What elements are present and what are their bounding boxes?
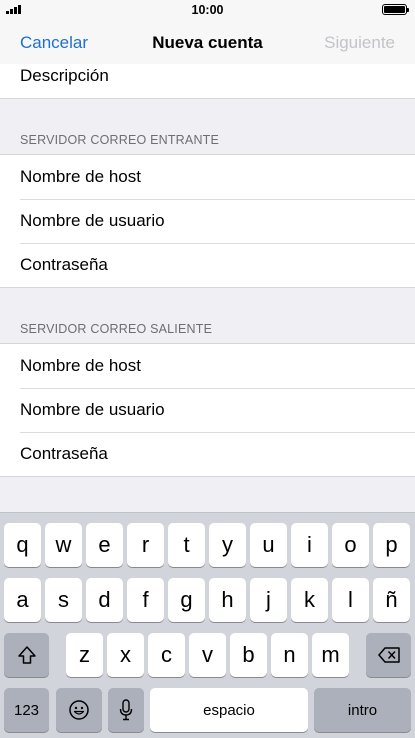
key-u[interactable]: u xyxy=(250,523,287,567)
next-button[interactable]: Siguiente xyxy=(324,33,395,53)
form-content: Descripción SERVIDOR CORREO ENTRANTE Nom… xyxy=(0,64,415,512)
outgoing-password-field[interactable]: Contraseña xyxy=(0,432,415,476)
outgoing-server-group: Nombre de host Nombre de usuario Contras… xyxy=(0,343,415,477)
key-f[interactable]: f xyxy=(127,578,164,622)
key-t[interactable]: t xyxy=(168,523,205,567)
microphone-key[interactable] xyxy=(108,688,144,732)
key-b[interactable]: b xyxy=(230,633,267,677)
incoming-password-field[interactable]: Contraseña xyxy=(0,243,415,287)
incoming-server-group: Nombre de host Nombre de usuario Contras… xyxy=(0,154,415,288)
key-j[interactable]: j xyxy=(250,578,287,622)
return-key[interactable]: intro xyxy=(314,688,411,732)
shift-icon xyxy=(17,645,37,665)
key-m[interactable]: m xyxy=(312,633,349,677)
key-c[interactable]: c xyxy=(148,633,185,677)
numbers-key[interactable]: 123 xyxy=(4,688,49,732)
outgoing-username-field[interactable]: Nombre de usuario xyxy=(0,388,415,432)
key-d[interactable]: d xyxy=(86,578,123,622)
key-r[interactable]: r xyxy=(127,523,164,567)
key-l[interactable]: l xyxy=(332,578,369,622)
key-p[interactable]: p xyxy=(373,523,410,567)
status-time: 10:00 xyxy=(191,3,224,17)
key-o[interactable]: o xyxy=(332,523,369,567)
emoji-key[interactable] xyxy=(56,688,102,732)
key-n[interactable]: n xyxy=(271,633,308,677)
incoming-username-field[interactable]: Nombre de usuario xyxy=(0,199,415,243)
microphone-icon xyxy=(119,699,133,721)
key-e[interactable]: e xyxy=(86,523,123,567)
key-g[interactable]: g xyxy=(168,578,205,622)
outgoing-host-field[interactable]: Nombre de host xyxy=(0,344,415,388)
cancel-button[interactable]: Cancelar xyxy=(20,33,88,53)
description-field[interactable]: Descripción xyxy=(0,64,415,98)
status-bar: 10:00 xyxy=(0,0,415,20)
key-k[interactable]: k xyxy=(291,578,328,622)
keyboard: 123 espacio intro qwertyuiop asdfghjklñ zx… xyxy=(0,512,415,738)
incoming-section-header: SERVIDOR CORREO ENTRANTE xyxy=(20,133,220,147)
key-ñ[interactable]: ñ xyxy=(373,578,410,622)
space-key[interactable]: espacio xyxy=(150,688,308,732)
battery-full-icon xyxy=(382,4,409,15)
key-q[interactable]: q xyxy=(4,523,41,567)
key-y[interactable]: y xyxy=(209,523,246,567)
key-i[interactable]: i xyxy=(291,523,328,567)
incoming-host-field[interactable]: Nombre de host xyxy=(0,155,415,199)
key-x[interactable]: x xyxy=(107,633,144,677)
delete-icon xyxy=(377,646,401,664)
delete-key[interactable] xyxy=(366,633,411,677)
outgoing-section-header: SERVIDOR CORREO SALIENTE xyxy=(20,322,213,336)
key-v[interactable]: v xyxy=(189,633,226,677)
key-w[interactable]: w xyxy=(45,523,82,567)
key-a[interactable]: a xyxy=(4,578,41,622)
shift-key[interactable] xyxy=(4,633,49,677)
emoji-icon xyxy=(68,699,90,721)
key-s[interactable]: s xyxy=(45,578,82,622)
account-group: Descripción xyxy=(0,64,415,99)
key-h[interactable]: h xyxy=(209,578,246,622)
key-z[interactable]: z xyxy=(66,633,103,677)
navigation-bar: Cancelar Nueva cuenta Siguiente xyxy=(0,20,415,64)
